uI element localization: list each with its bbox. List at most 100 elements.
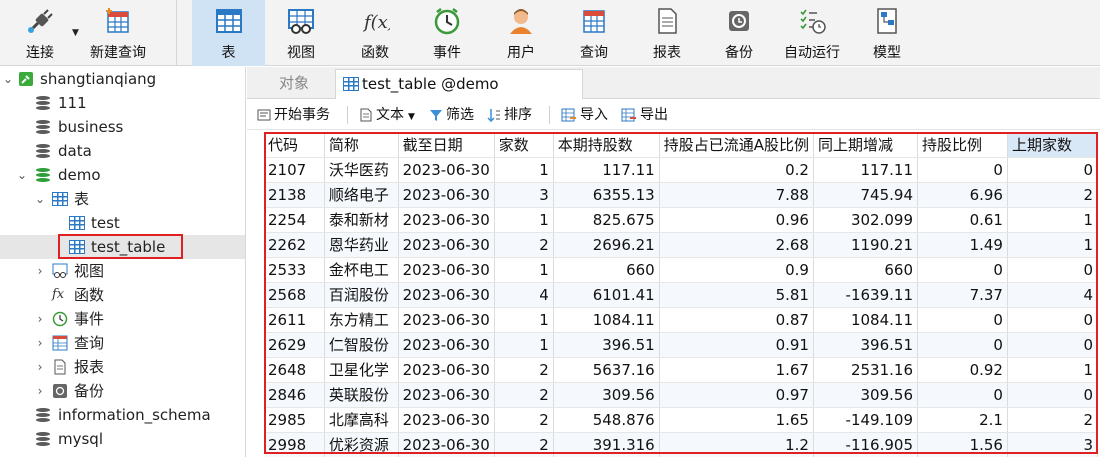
table-cell[interactable]: 0.9 [659,257,814,283]
table-cell[interactable]: 2023-06-30 [398,157,495,183]
table-cell[interactable]: 北摩高科 [324,407,399,433]
chevron-down-icon[interactable]: ⌄ [16,163,28,187]
table-cell[interactable]: 0.87 [659,307,814,333]
table-cell[interactable]: 1.56 [917,432,1008,457]
report-button[interactable]: 报表 [636,0,698,66]
table-cell[interactable]: 2 [494,382,554,408]
chevron-right-icon[interactable]: › [34,331,46,355]
chevron-down-icon[interactable]: ⌄ [34,187,46,211]
table-cell[interactable]: 117.11 [813,157,919,183]
table-cell[interactable]: 1084.11 [813,307,919,333]
column-header[interactable]: 家数 [494,132,554,158]
tree-backups-folder[interactable]: › 备份 [0,379,245,403]
table-cell[interactable]: 0 [1007,307,1098,333]
column-header[interactable]: 本期持股数 [553,132,660,158]
table-cell[interactable]: 0 [917,157,1008,183]
table-cell[interactable]: 660 [553,257,660,283]
table-cell[interactable]: 泰和新材 [324,207,399,233]
table-cell[interactable]: 117.11 [553,157,660,183]
column-header[interactable]: 截至日期 [398,132,495,158]
table-cell[interactable]: 2023-06-30 [398,232,495,258]
table-cell[interactable]: 825.675 [553,207,660,233]
tree-db-demo[interactable]: ⌄ demo [0,163,245,187]
table-cell[interactable]: 1.65 [659,407,814,433]
table-cell[interactable]: 0 [1007,157,1098,183]
table-cell[interactable]: 2023-06-30 [398,332,495,358]
table-cell[interactable]: 2 [1007,407,1098,433]
table-cell[interactable]: 6101.41 [553,282,660,308]
table-row[interactable]: 2533 金杯电工 2023-06-30 1 660 0.9 660 0 0 [264,257,1098,283]
table-cell[interactable]: 4 [1007,282,1098,308]
table-cell[interactable]: 2262 [264,232,325,258]
table-cell[interactable]: 2138 [264,182,325,208]
table-cell[interactable]: 660 [813,257,919,283]
chevron-down-icon[interactable]: ⌄ [2,67,14,91]
table-cell[interactable]: 309.56 [813,382,919,408]
table-cell[interactable]: 7.37 [917,282,1008,308]
connect-dropdown-arrow[interactable]: ▼ [72,28,79,38]
table-row[interactable]: 2568 百润股份 2023-06-30 4 6101.41 5.81 -1639.11 7.… [264,282,1098,308]
table-cell[interactable]: 2 [494,232,554,258]
table-cell[interactable]: 金杯电工 [324,257,399,283]
table-cell[interactable]: 卫星化学 [324,357,399,383]
table-cell[interactable]: 1.49 [917,232,1008,258]
tree-table-item[interactable]: test [0,211,245,235]
chevron-right-icon[interactable]: › [34,379,46,403]
table-cell[interactable]: 东方精工 [324,307,399,333]
table-row[interactable]: 2998 优彩资源 2023-06-30 2 391.316 1.2 -116.905 1.5… [264,432,1098,457]
table-cell[interactable]: 2023-06-30 [398,282,495,308]
view-button[interactable]: 视图 [270,0,332,66]
import-button[interactable]: 导入 [561,104,608,126]
table-cell[interactable]: -1639.11 [813,282,919,308]
model-button[interactable]: 模型 [856,0,918,66]
table-cell[interactable]: 2568 [264,282,325,308]
table-cell[interactable]: 顺络电子 [324,182,399,208]
table-cell[interactable]: 沃华医药 [324,157,399,183]
table-cell[interactable]: 2629 [264,332,325,358]
table-cell[interactable]: -149.109 [813,407,919,433]
table-cell[interactable]: 2611 [264,307,325,333]
table-row[interactable]: 2262 恩华药业 2023-06-30 2 2696.21 2.68 1190.21 1.4… [264,232,1098,258]
table-cell[interactable]: 2696.21 [553,232,660,258]
table-cell[interactable]: 恩华药业 [324,232,399,258]
table-cell[interactable]: 2 [1007,182,1098,208]
table-cell[interactable]: 2.68 [659,232,814,258]
chevron-right-icon[interactable]: › [34,259,46,283]
connect-button[interactable]: 连接 [14,0,66,66]
table-cell[interactable]: 1 [494,207,554,233]
filter-button[interactable]: 筛选 [429,104,474,126]
table-cell[interactable]: 302.099 [813,207,919,233]
table-row[interactable]: 2629 仁智股份 2023-06-30 1 396.51 0.91 396.51 0 0 [264,332,1098,358]
table-row[interactable]: 2985 北摩高科 2023-06-30 2 548.876 1.65 -149.109 2.… [264,407,1098,433]
table-cell[interactable]: 2023-06-30 [398,207,495,233]
table-row[interactable]: 2138 顺络电子 2023-06-30 3 6355.13 7.88 745.94 6.96… [264,182,1098,208]
table-cell[interactable]: 1 [494,307,554,333]
chevron-right-icon[interactable]: › [34,355,46,379]
table-cell[interactable]: 2648 [264,357,325,383]
table-row[interactable]: 2254 泰和新材 2023-06-30 1 825.675 0.96 302.099 0.6… [264,207,1098,233]
sort-button[interactable]: 排序 [487,104,532,126]
tree-queries-folder[interactable]: › 查询 [0,331,245,355]
tree-functions-folder[interactable]: fx 函数 [0,283,245,307]
backup-button[interactable]: 备份 [708,0,770,66]
table-cell[interactable]: 2107 [264,157,325,183]
table-cell[interactable]: 7.88 [659,182,814,208]
table-cell[interactable]: 英联股份 [324,382,399,408]
text-button[interactable]: 文本 ▼ [359,104,415,126]
chevron-right-icon[interactable]: › [34,307,46,331]
table-cell[interactable]: 309.56 [553,382,660,408]
table-cell[interactable]: 0 [1007,332,1098,358]
table-cell[interactable]: 745.94 [813,182,919,208]
table-cell[interactable]: 2531.16 [813,357,919,383]
tree-views-folder[interactable]: › 视图 [0,259,245,283]
table-cell[interactable]: 2023-06-30 [398,382,495,408]
table-cell[interactable]: 1.67 [659,357,814,383]
table-cell[interactable]: 仁智股份 [324,332,399,358]
table-cell[interactable]: 2985 [264,407,325,433]
table-cell[interactable]: 0.61 [917,207,1008,233]
export-button[interactable]: 导出 [621,104,668,126]
table-cell[interactable]: 1 [1007,232,1098,258]
tree-reports-folder[interactable]: › 报表 [0,355,245,379]
column-header[interactable]: 同上期增减 [813,132,919,158]
table-cell[interactable]: 548.876 [553,407,660,433]
